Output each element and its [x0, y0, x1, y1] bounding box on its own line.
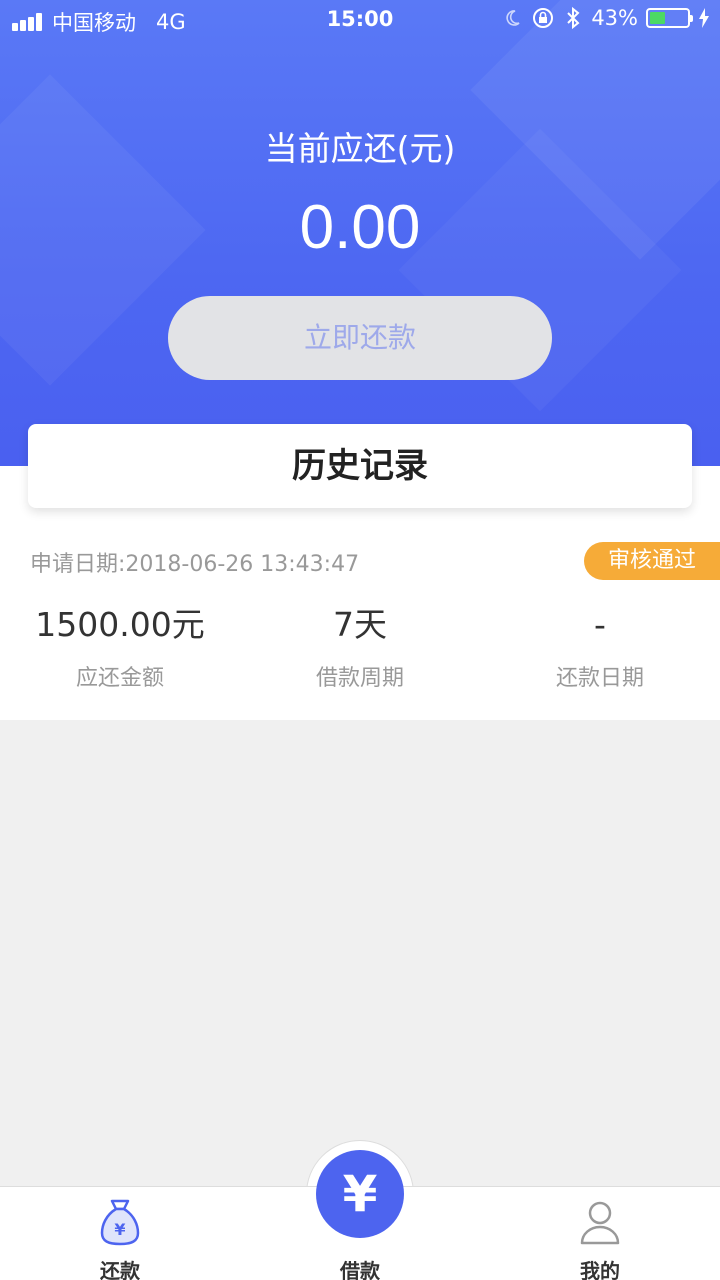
stat-value: 7天 [333, 605, 387, 644]
tab-label: 我的 [580, 1259, 620, 1280]
stat-label: 借款周期 [315, 666, 404, 691]
history-header: 历史记录 [28, 424, 692, 508]
battery-icon [646, 8, 693, 28]
tab-label: 借款 [340, 1259, 380, 1280]
bluetooth-icon [567, 6, 580, 30]
tab-mine[interactable]: 我的 [480, 1187, 720, 1280]
stat-loan-period: 7天 借款周期 [240, 602, 480, 692]
battery-percent: 43% [591, 6, 638, 30]
tab-repay[interactable]: ¥ 还款 [0, 1187, 240, 1280]
user-icon [580, 1201, 620, 1245]
repay-now-button[interactable]: 立即还款 [168, 296, 552, 380]
stat-label: 还款日期 [555, 666, 644, 691]
rotation-lock-icon [533, 8, 554, 28]
stat-value: - [594, 605, 606, 644]
record-stats: 1500.00元 应还金额 7天 借款周期 - 还款日期 [0, 602, 720, 692]
status-bar: 中国移动 4G 15:00 43% [0, 0, 720, 40]
stat-value: 1500.00元 [35, 605, 205, 644]
tab-label: 还款 [100, 1259, 140, 1280]
charging-icon [699, 8, 709, 28]
stat-repay-date: - 还款日期 [480, 602, 720, 692]
svg-text:¥: ¥ [114, 1220, 125, 1239]
stat-due-amount: 1500.00元 应还金额 [0, 602, 240, 692]
current-due-title: 当前应还(元) [264, 129, 456, 168]
stat-label: 应还金额 [75, 666, 164, 691]
current-due-amount: 0.00 [299, 193, 421, 262]
yuan-icon[interactable]: ¥ [316, 1150, 404, 1238]
status-badge: 审核通过 [584, 542, 720, 580]
money-bag-icon: ¥ [100, 1199, 140, 1246]
moon-icon [506, 10, 520, 26]
apply-date: 申请日期:2018-06-26 13:43:47 [30, 552, 360, 577]
